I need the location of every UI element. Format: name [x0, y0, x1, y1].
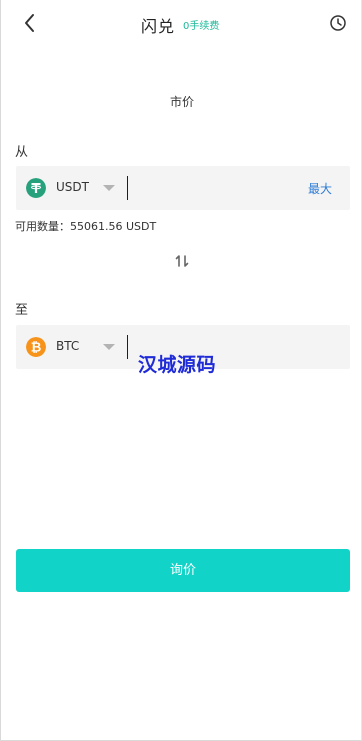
order-type-label: 市价 — [169, 95, 194, 109]
text-cursor — [127, 176, 128, 200]
clock-icon — [330, 15, 346, 31]
from-coin-select[interactable]: USDT — [16, 166, 126, 210]
from-coin-name: USDT — [56, 180, 89, 194]
page-title: 闪兑 — [141, 17, 176, 36]
to-label: 至 — [15, 303, 29, 318]
tether-icon — [26, 178, 46, 198]
swap-vertical-icon — [175, 255, 189, 267]
flash-exchange-page: 闪兑 0手续费 市价 从 USDT 最大 可用数量：55061.56 USDT — [0, 0, 362, 741]
back-button[interactable] — [19, 12, 41, 34]
from-label: 从 — [15, 145, 29, 160]
svg-text:₿: ₿ — [31, 341, 42, 356]
from-amount-input[interactable] — [130, 174, 300, 202]
max-button[interactable]: 最大 — [308, 180, 332, 197]
text-cursor — [127, 335, 128, 359]
swap-button[interactable] — [175, 253, 189, 267]
chevron-down-icon — [103, 185, 115, 191]
quote-button[interactable]: 询价 — [16, 549, 350, 592]
chevron-down-icon — [103, 344, 115, 350]
to-coin-name: BTC — [56, 339, 80, 353]
watermark-text: 汉城源码 — [138, 354, 217, 376]
from-asset-row: USDT 最大 — [16, 166, 350, 210]
zero-fee-tag: 0手续费 — [183, 21, 220, 32]
to-coin-select[interactable]: ₿ BTC — [16, 325, 126, 369]
available-balance: 可用数量：55061.56 USDT — [15, 220, 157, 233]
bitcoin-icon: ₿ — [26, 337, 46, 357]
history-button[interactable] — [329, 14, 347, 32]
back-arrow-icon — [25, 14, 34, 32]
